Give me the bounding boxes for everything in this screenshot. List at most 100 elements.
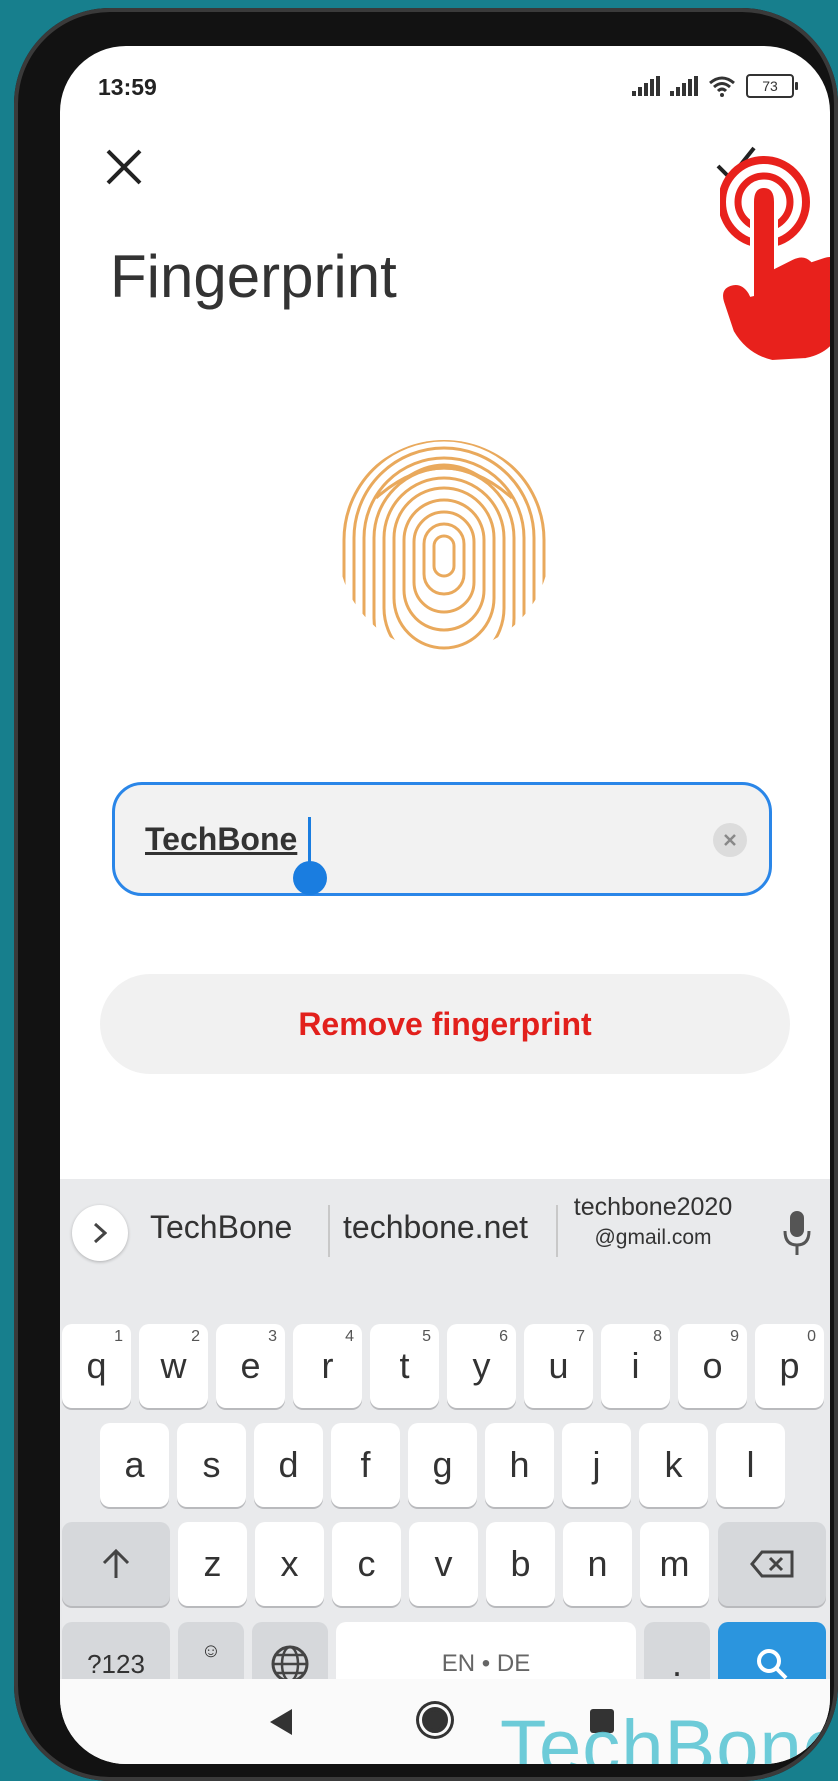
key-v[interactable]: v (409, 1522, 478, 1606)
backspace-key[interactable] (718, 1522, 826, 1606)
suggestion-1[interactable]: TechBone (150, 1209, 292, 1246)
key-a-label: a (124, 1444, 145, 1485)
key-h[interactable]: h (485, 1423, 554, 1507)
key-y-label: y (472, 1345, 491, 1386)
key-q-hint: 1 (114, 1328, 123, 1345)
expand-suggestions-button[interactable] (72, 1205, 128, 1261)
key-r-hint: 4 (345, 1328, 354, 1345)
key-u-hint: 7 (576, 1328, 585, 1345)
shift-key[interactable] (62, 1522, 170, 1606)
key-n[interactable]: n (563, 1522, 632, 1606)
key-j-label: j (592, 1444, 601, 1485)
cursor-handle[interactable] (293, 861, 327, 895)
backspace-icon (750, 1550, 794, 1578)
key-t-hint: 5 (422, 1328, 431, 1345)
suggestion-divider (328, 1205, 330, 1257)
key-e-label: e (240, 1345, 261, 1386)
key-i[interactable]: i8 (601, 1324, 670, 1408)
key-k-label: k (664, 1444, 683, 1485)
key-g[interactable]: g (408, 1423, 477, 1507)
suggestion-email-domain: @gmail.com (594, 1226, 712, 1249)
close-icon (106, 149, 142, 185)
clear-icon (724, 834, 736, 846)
signal-icon (632, 76, 660, 96)
key-c[interactable]: c (332, 1522, 401, 1606)
key-b-label: b (510, 1543, 531, 1584)
soft-keyboard: TechBone techbone.net techbone2020 @gmai… (60, 1179, 830, 1706)
key-u[interactable]: u7 (524, 1324, 593, 1408)
shift-icon (102, 1548, 130, 1578)
fingerprint-name-input[interactable]: TechBone (112, 782, 772, 896)
wifi-icon (709, 76, 735, 97)
key-o-label: o (702, 1345, 723, 1386)
key-w[interactable]: w2 (139, 1324, 208, 1408)
key-m-label: m (659, 1543, 690, 1584)
key-y[interactable]: y6 (447, 1324, 516, 1408)
key-j[interactable]: j (562, 1423, 631, 1507)
key-e-hint: 3 (268, 1328, 277, 1345)
key-o[interactable]: o9 (678, 1324, 747, 1408)
key-y-hint: 6 (499, 1328, 508, 1345)
key-p-label: p (779, 1345, 800, 1386)
remove-fingerprint-button[interactable]: Remove fingerprint (100, 974, 790, 1074)
globe-icon (271, 1645, 309, 1683)
status-time: 13:59 (98, 74, 157, 100)
screen: 13:59 73 Fingerprint TechBone Remove fin… (60, 46, 830, 1764)
key-r[interactable]: r4 (293, 1324, 362, 1408)
search-icon (757, 1649, 788, 1680)
suggestion-bar: TechBone techbone.net techbone2020 @gmai… (60, 1179, 830, 1275)
key-q[interactable]: q1 (62, 1324, 131, 1408)
key-m[interactable]: m (640, 1522, 709, 1606)
key-w-hint: 2 (191, 1328, 200, 1345)
key-i-label: i (631, 1345, 640, 1386)
key-w-label: w (160, 1345, 187, 1386)
clear-text-button[interactable] (713, 823, 747, 857)
back-button[interactable] (270, 1709, 292, 1735)
key-l[interactable]: l (716, 1423, 785, 1507)
key-n-label: n (587, 1543, 608, 1584)
key-s[interactable]: s (177, 1423, 246, 1507)
fingerprint-name-value: TechBone (145, 821, 298, 857)
status-icons: 73 (632, 74, 798, 98)
close-button[interactable] (104, 144, 144, 196)
key-z-label: z (203, 1543, 222, 1584)
key-h-label: h (509, 1444, 530, 1485)
key-f[interactable]: f (331, 1423, 400, 1507)
key-i-hint: 8 (653, 1328, 662, 1345)
key-x-label: x (280, 1543, 299, 1584)
key-d-label: d (278, 1444, 299, 1485)
suggestion-divider (556, 1205, 558, 1257)
key-a[interactable]: a (100, 1423, 169, 1507)
suggestion-email-user: techbone2020 (573, 1193, 733, 1221)
key-l-label: l (746, 1444, 755, 1485)
suggestion-2[interactable]: techbone.net (343, 1209, 528, 1246)
key-p[interactable]: p0 (755, 1324, 824, 1408)
home-button[interactable] (422, 1707, 448, 1733)
suggestion-email[interactable]: techbone2020 @gmail.com (568, 1193, 738, 1250)
key-t[interactable]: t5 (370, 1324, 439, 1408)
key-z[interactable]: z (178, 1522, 247, 1606)
phone-frame: 13:59 73 Fingerprint TechBone Remove fin… (14, 8, 838, 1781)
key-x[interactable]: x (255, 1522, 324, 1606)
key-o-hint: 9 (730, 1328, 739, 1345)
key-q-label: q (86, 1345, 107, 1386)
key-e[interactable]: e3 (216, 1324, 285, 1408)
key-t-label: t (399, 1345, 410, 1386)
microphone-icon[interactable] (782, 1209, 812, 1257)
chevron-right-icon (93, 1222, 107, 1244)
key-r-label: r (321, 1345, 334, 1386)
signal-icon-2 (670, 76, 698, 96)
key-k[interactable]: k (639, 1423, 708, 1507)
key-d[interactable]: d (254, 1423, 323, 1507)
key-c-label: c (357, 1543, 376, 1584)
key-b[interactable]: b (486, 1522, 555, 1606)
battery-icon: 73 (746, 74, 798, 98)
fingerprint-icon (342, 440, 546, 652)
key-s-label: s (202, 1444, 221, 1485)
key-v-label: v (434, 1543, 453, 1584)
key-u-label: u (548, 1345, 569, 1386)
key-g-label: g (432, 1444, 453, 1485)
key-p-hint: 0 (807, 1328, 816, 1345)
page-title: Fingerprint (110, 243, 397, 310)
watermark-logo: TechBone (500, 1705, 830, 1764)
